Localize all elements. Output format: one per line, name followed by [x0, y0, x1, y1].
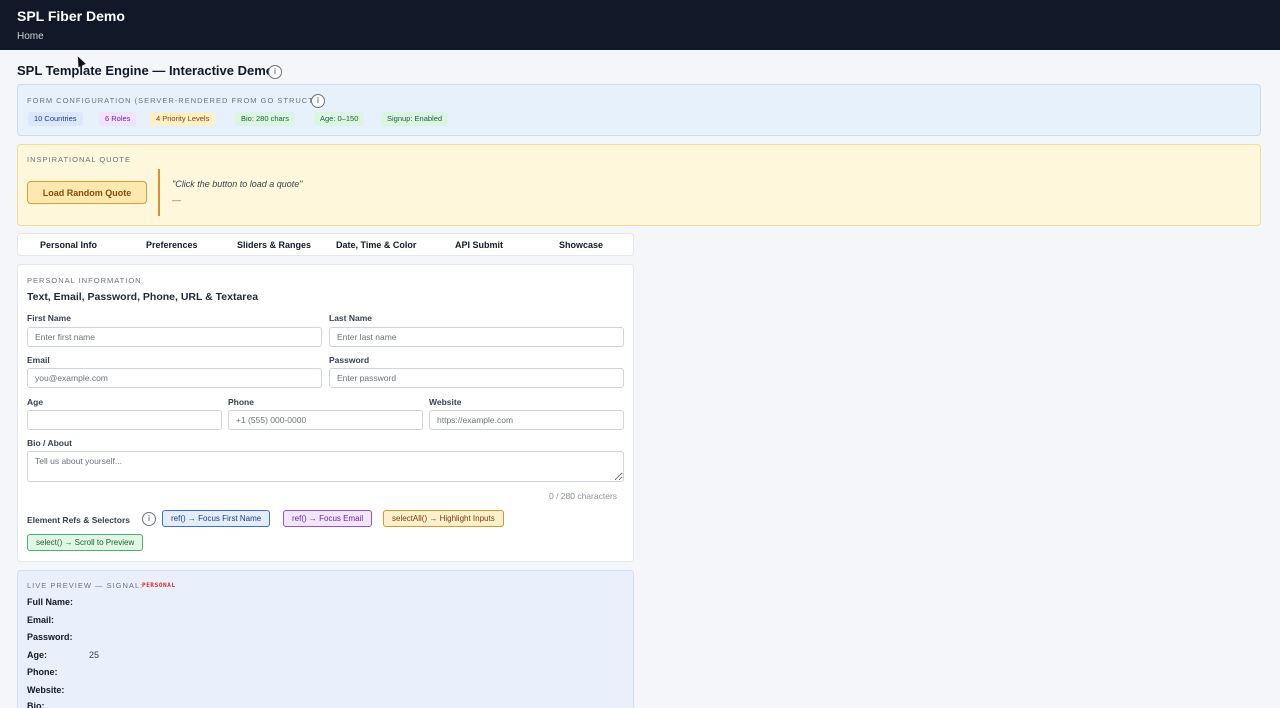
form-section-label: PERSONAL INFORMATION — [27, 276, 142, 285]
tab-showcase[interactable]: Showcase — [559, 240, 603, 250]
password-input[interactable] — [329, 368, 624, 388]
tab-preferences[interactable]: Preferences — [146, 240, 198, 250]
bio-char-counter: 0 / 280 characters — [549, 491, 618, 501]
preview-signal-name: PERSONAL — [142, 582, 176, 589]
bio-textarea[interactable] — [27, 451, 624, 482]
age-label: Age — [27, 397, 44, 407]
preview-key-website: Website: — [27, 685, 65, 695]
top-navbar: SPL Fiber Demo Home — [0, 0, 1280, 50]
phone-label: Phone — [228, 397, 254, 407]
info-icon[interactable]: i — [268, 65, 282, 79]
first-name-label: First Name — [27, 313, 71, 323]
load-quote-button[interactable]: Load Random Quote — [27, 181, 147, 204]
focus-first-name-button[interactable]: ref() → Focus First Name — [162, 510, 271, 527]
preview-key-password: Password: — [27, 632, 73, 642]
focus-email-button[interactable]: ref() → Focus Email — [283, 510, 373, 527]
preview-label: LIVE PREVIEW — SIGNAL: — [27, 581, 144, 590]
form-config-panel — [17, 84, 1261, 136]
preview-key-age: Age: — [27, 650, 47, 660]
website-label: Website — [429, 397, 462, 407]
tab-bar — [17, 233, 634, 256]
live-preview-card — [17, 570, 634, 708]
last-name-label: Last Name — [329, 313, 372, 323]
config-info-icon[interactable]: i — [311, 94, 325, 108]
tab-personal-info[interactable]: Personal Info — [40, 240, 97, 250]
config-chip-age: Age: 0–150 — [314, 112, 365, 126]
config-chip-countries: 10 Countries — [28, 112, 83, 126]
refs-info-icon[interactable]: i — [142, 512, 156, 526]
email-label: Email — [27, 355, 50, 365]
quote-author: — — [172, 195, 181, 205]
quote-label: INSPIRATIONAL QUOTE — [27, 155, 132, 164]
page-title: SPL Template Engine — Interactive Demo — [17, 63, 274, 78]
highlight-inputs-button[interactable]: selectAll() → Highlight Inputs — [383, 510, 504, 527]
config-chip-priority: 4 Priority Levels — [150, 112, 216, 126]
form-title: Text, Email, Password, Phone, URL & Text… — [27, 291, 259, 303]
bio-label: Bio / About — [27, 438, 73, 448]
preview-key-full-name: Full Name: — [27, 597, 74, 607]
quote-accent-bar — [158, 169, 160, 216]
config-chip-signup: Signup: Enabled — [381, 112, 449, 126]
config-chip-bio: Bio: 280 chars — [235, 112, 295, 126]
config-label: FORM CONFIGURATION (SERVER-RENDERED FROM… — [27, 96, 324, 105]
preview-value-age: 25 — [89, 650, 100, 660]
phone-input[interactable] — [228, 410, 423, 430]
brand-title: SPL Fiber Demo — [17, 8, 125, 24]
home-link[interactable]: Home — [17, 31, 44, 42]
preview-key-bio: Bio: — [27, 701, 45, 708]
quote-text: "Click the button to load a quote" — [172, 179, 303, 189]
preview-key-email: Email: — [27, 615, 55, 625]
preview-key-phone: Phone: — [27, 667, 58, 677]
element-refs-label: Element Refs & Selectors — [27, 515, 130, 525]
last-name-input[interactable] — [329, 327, 624, 347]
password-label: Password — [329, 355, 370, 365]
scroll-to-preview-button[interactable]: select() → Scroll to Preview — [27, 534, 144, 551]
tab-api-submit[interactable]: API Submit — [455, 240, 503, 250]
age-input[interactable] — [27, 410, 222, 430]
config-chip-roles: 6 Roles — [99, 112, 137, 126]
email-input[interactable] — [27, 368, 322, 388]
tab-sliders-ranges[interactable]: Sliders & Ranges — [237, 240, 311, 250]
tab-date-time-color[interactable]: Date, Time & Color — [336, 240, 416, 250]
website-input[interactable] — [429, 410, 624, 430]
first-name-input[interactable] — [27, 327, 322, 347]
